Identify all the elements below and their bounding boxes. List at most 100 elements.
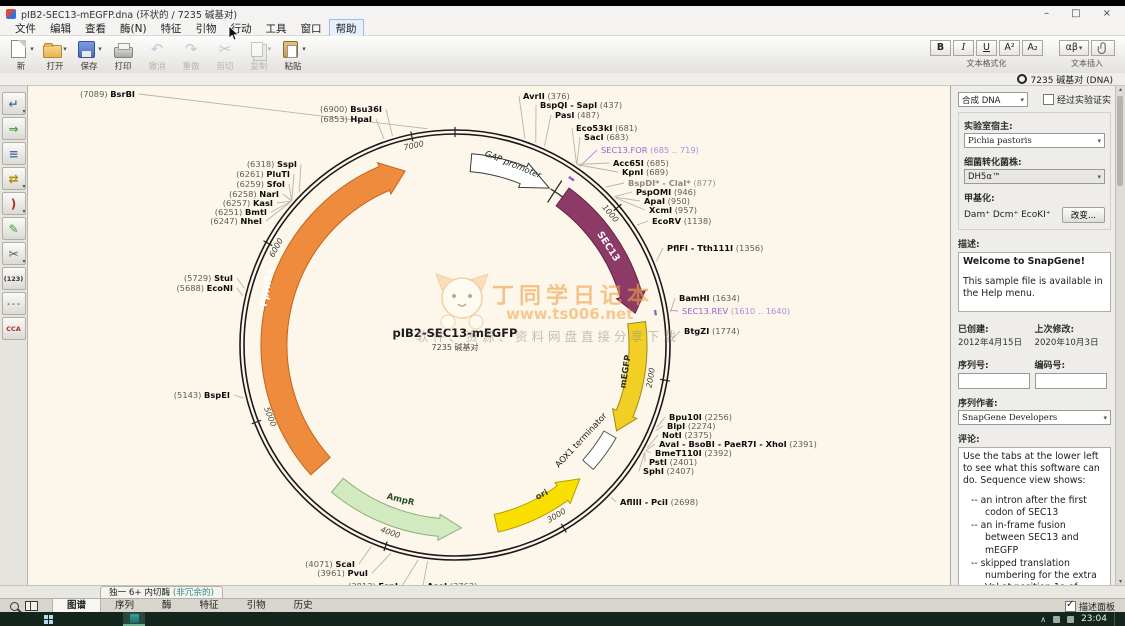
enzyme-label[interactable]: XcmI (957) [649,205,697,215]
maximize-button[interactable]: □ [1071,9,1080,19]
sidebar-tool-dashes[interactable]: - - - [2,292,26,315]
tray-expand-icon[interactable]: ∧ [1040,615,1046,624]
sidebar-tool-pencil[interactable]: ✎ [2,217,26,240]
search-icon[interactable] [10,602,19,611]
taskbar-app-snapgene[interactable] [123,612,145,626]
clock[interactable]: 23:04 [1081,614,1107,624]
enzyme-label[interactable]: (5143) BspEI [174,390,230,400]
enzyme-label[interactable]: SacI (683) [584,132,629,142]
sidebar-tool-numbering[interactable]: (123) [2,267,26,290]
enzyme-label[interactable]: (3961) PvuI [317,568,368,578]
primer-arrow[interactable] [655,310,656,315]
plasmid-map[interactable]: 1000200030004000500060007000GAP promoter… [28,86,950,585]
menu-item-8[interactable]: 窗口 [294,19,329,38]
view-tab-sequence[interactable]: 序列 [101,599,148,613]
dropdown-arrow-icon[interactable]: ▾ [302,45,306,53]
sidebar-tool-enzyme-tool[interactable]: ✂▾ [2,242,26,265]
dropdown-arrow-icon[interactable]: ▾ [63,45,67,53]
enzyme-label[interactable]: (6247) NheI [210,216,262,226]
host-select[interactable]: Pichia pastoris▾ [964,133,1105,148]
menu-item-0[interactable]: 文件 [8,19,43,38]
scroll-down-icon[interactable]: ▾ [1116,578,1125,585]
menu-item-1[interactable]: 编辑 [43,19,78,38]
enzyme-label[interactable]: BamHI (1634) [679,293,740,303]
enzyme-label[interactable]: KpnI (689) [622,167,668,177]
primer-label[interactable]: SEC13.FOR (685 .. 719) [601,145,699,155]
save-button[interactable]: ▾保存 [74,39,104,72]
serial-number-input[interactable] [958,373,1030,389]
strain-select[interactable]: DH5α™▾ [964,169,1105,184]
menu-item-5[interactable]: 引物 [189,19,224,38]
start-button[interactable] [44,615,53,624]
feature-pphis4[interactable] [261,163,405,475]
enzyme-label[interactable]: EcoRV (1138) [652,216,711,226]
print-button[interactable]: 打印 [108,39,138,72]
verified-checkbox[interactable]: 经过实验证实 [1043,93,1111,106]
author-select[interactable]: SnapGene Developers▾ [958,410,1111,425]
enzyme-label[interactable]: (7089) BsrBI [80,89,135,99]
scroll-up-icon[interactable]: ▴ [1116,86,1125,93]
view-tab-enzymes[interactable]: 酶 [148,599,186,613]
view-tab-features[interactable]: 特征 [186,599,233,613]
bold-button[interactable]: B [930,40,951,56]
sidebar-tool-arc-tool[interactable]: )▾ [2,192,26,215]
enzyme-label[interactable]: (6318) SspI [247,159,297,169]
menu-item-9[interactable]: 帮助 [329,19,364,38]
dropdown-arrow-icon[interactable]: ▾ [30,45,34,53]
new-button[interactable]: ▾新 [6,39,36,72]
enzyme-label[interactable]: (6853) HpaI [320,114,372,124]
copy-button[interactable]: ▾复制 [244,39,274,72]
primer-arrow[interactable] [569,177,574,181]
paste-button[interactable]: ▾粘贴 [278,39,308,72]
enzyme-label[interactable]: (5688) EcoNI [176,283,233,293]
tray-icon[interactable] [1067,616,1074,623]
feature-label[interactable]: AmpR [386,492,416,509]
enzyme-label[interactable]: (6900) Bsu36I [320,104,382,114]
dna-type-select[interactable]: 合成 DNA▾ [958,92,1028,107]
menu-item-3[interactable]: 酶(N) [113,19,154,38]
view-tab-map[interactable]: 图谱 [52,599,101,613]
enzyme-label[interactable]: SphI (2407) [643,466,694,476]
minimize-button[interactable]: – [1044,9,1049,19]
enzyme-label[interactable]: (5729) StuI [184,273,233,283]
sidebar-tool-goto-arrow[interactable]: ⇒ [2,117,26,140]
subscript-button[interactable]: A₂ [1022,40,1043,56]
open-button[interactable]: ▾打开 [40,39,70,72]
alphabet-insert-button[interactable]: αβ▾ [1059,40,1089,56]
feature-sec13[interactable] [556,188,645,313]
close-button[interactable]: × [1103,9,1111,19]
italic-button[interactable]: I [953,40,974,56]
view-tab-primers[interactable]: 引物 [233,599,280,613]
code-number-input[interactable] [1035,373,1107,389]
map-canvas[interactable]: 1000200030004000500060007000GAP promoter… [28,86,950,585]
superscript-button[interactable]: A² [999,40,1020,56]
enzyme-label[interactable]: BspQI - SapI (437) [540,100,622,110]
change-methylation-button[interactable]: 改变... [1062,207,1105,223]
enzyme-label[interactable]: PflFI - Tth111I (1356) [667,243,763,253]
undo-button[interactable]: ↶撤消 [142,39,172,72]
sidebar-tool-feature-arrow[interactable]: ↵▾ [2,92,26,115]
panel-scrollbar[interactable]: ▴ ▾ [1115,86,1125,585]
menu-item-4[interactable]: 特征 [154,19,189,38]
scrollbar-thumb[interactable] [1117,96,1123,186]
dropdown-arrow-icon[interactable]: ▾ [98,45,102,53]
dropdown-arrow-icon[interactable]: ▾ [268,45,272,53]
menu-item-2[interactable]: 查看 [78,19,113,38]
attach-file-button[interactable] [1091,40,1115,56]
split-view-icon[interactable] [25,601,38,611]
enzyme-label[interactable]: AflIII - PciI (2698) [620,497,698,507]
view-tab-history[interactable]: 历史 [280,599,327,613]
menu-item-7[interactable]: 工具 [259,19,294,38]
sidebar-tool-cca-end[interactable]: CCA [2,317,26,340]
enzyme-label[interactable]: BtgZI (1774) [684,326,740,336]
enzyme-label[interactable]: (6259) SfoI [236,179,285,189]
underline-button[interactable]: U [976,40,997,56]
cut-button[interactable]: ✂剪切 [210,39,240,72]
primer-label[interactable]: SEC13.REV (1610 .. 1640) [682,306,790,316]
tray-icon[interactable] [1053,616,1060,623]
description-box[interactable]: Welcome to SnapGene! This sample file is… [958,252,1111,312]
enzyme-label[interactable]: PasI (487) [555,110,599,120]
sidebar-tool-translate-arrows[interactable]: ⇄▾ [2,167,26,190]
notification-edge[interactable] [1114,612,1119,626]
enzyme-label[interactable]: (6261) PluTI [236,169,290,179]
